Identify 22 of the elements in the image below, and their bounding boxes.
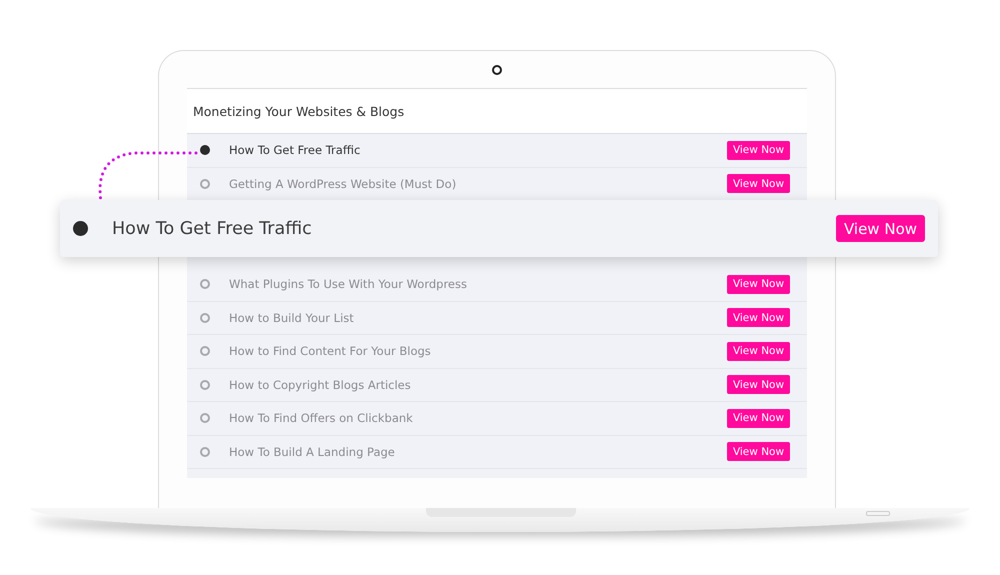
view-now-button[interactable]: View Now <box>727 274 790 294</box>
view-now-button[interactable]: View Now <box>727 308 790 328</box>
lesson-title: What Plugins To Use With Your Wordpress <box>229 277 468 292</box>
lesson-title: How To Get Free Traffic <box>229 143 362 158</box>
lesson-title: How To Build A Landing Page <box>229 444 396 459</box>
view-now-button[interactable]: View Now <box>727 442 790 462</box>
indicator-light <box>866 511 890 516</box>
lesson-title: How to Find Content For Your Blogs <box>229 344 432 358</box>
lesson-title: How to Copyright Blogs Articles <box>229 378 412 392</box>
camera-icon <box>492 65 502 75</box>
lesson-title: How To Find Offers on Clickbank <box>229 411 414 426</box>
callout-title: How To Get Free Traffic <box>112 218 313 238</box>
view-now-button[interactable]: View Now <box>727 342 790 361</box>
lesson-title: Getting A WordPress Website (Must Do) <box>229 176 458 191</box>
view-now-button[interactable]: View Now <box>727 408 790 428</box>
view-now-button[interactable]: View Now <box>727 140 790 160</box>
view-now-button[interactable]: View Now <box>727 174 790 194</box>
lesson-title: How to Build Your List <box>229 310 355 325</box>
view-now-button[interactable]: View Now <box>836 215 925 242</box>
course-title: Monetizing Your Websites & Blogs <box>193 104 404 118</box>
bullet-icon <box>73 221 88 236</box>
view-now-button[interactable]: View Now <box>727 375 790 394</box>
